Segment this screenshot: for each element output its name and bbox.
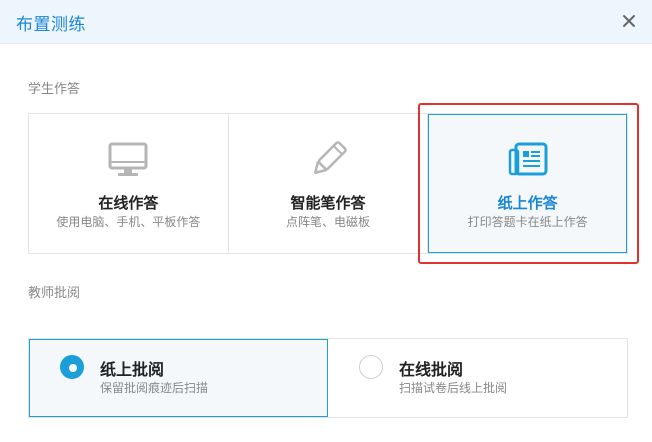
answer-option-title: 智能笔作答 xyxy=(290,194,366,212)
answer-mode-group: 在线作答 使用电脑、手机、平板作答 智能笔作答 点阵笔、电磁板 纸上作答 打印答… xyxy=(28,113,628,254)
review-option-title: 纸上批阅 xyxy=(100,360,165,379)
answer-option-smart-pen[interactable]: 智能笔作答 点阵笔、电磁板 xyxy=(228,114,429,253)
radio-checked[interactable] xyxy=(60,355,84,379)
monitor-icon xyxy=(108,142,148,176)
review-option-paper[interactable]: 纸上批阅 保留批阅痕迹后扫描 xyxy=(29,339,328,417)
student-answer-label: 学生作答 xyxy=(28,82,81,97)
review-option-desc: 保留批阅痕迹后扫描 xyxy=(100,381,209,395)
review-option-online[interactable]: 在线批阅 扫描试卷后线上批阅 xyxy=(328,339,627,417)
dialog-title: 布置测练 xyxy=(16,15,86,35)
newspaper-icon xyxy=(508,142,548,176)
answer-option-desc: 打印答题卡在纸上作答 xyxy=(467,215,588,229)
review-mode-group: 纸上批阅 保留批阅痕迹后扫描 在线批阅 扫描试卷后线上批阅 xyxy=(28,338,628,418)
review-option-title: 在线批阅 xyxy=(399,360,464,379)
answer-option-title: 在线作答 xyxy=(98,194,159,212)
answer-option-title: 纸上作答 xyxy=(497,194,558,212)
answer-option-online[interactable]: 在线作答 使用电脑、手机、平板作答 xyxy=(29,114,229,253)
review-option-desc: 扫描试卷后线上批阅 xyxy=(399,381,508,395)
radio-unchecked[interactable] xyxy=(359,355,383,379)
answer-option-paper[interactable]: 纸上作答 打印答题卡在纸上作答 xyxy=(428,114,628,253)
close-icon xyxy=(623,15,635,27)
pen-icon xyxy=(314,141,347,174)
teacher-review-label: 教师批阅 xyxy=(28,286,81,301)
close-button[interactable] xyxy=(618,10,640,32)
dialog-header: 布置测练 xyxy=(0,0,652,44)
answer-option-desc: 点阵笔、电磁板 xyxy=(286,215,371,229)
answer-option-desc: 使用电脑、手机、平板作答 xyxy=(56,215,201,229)
